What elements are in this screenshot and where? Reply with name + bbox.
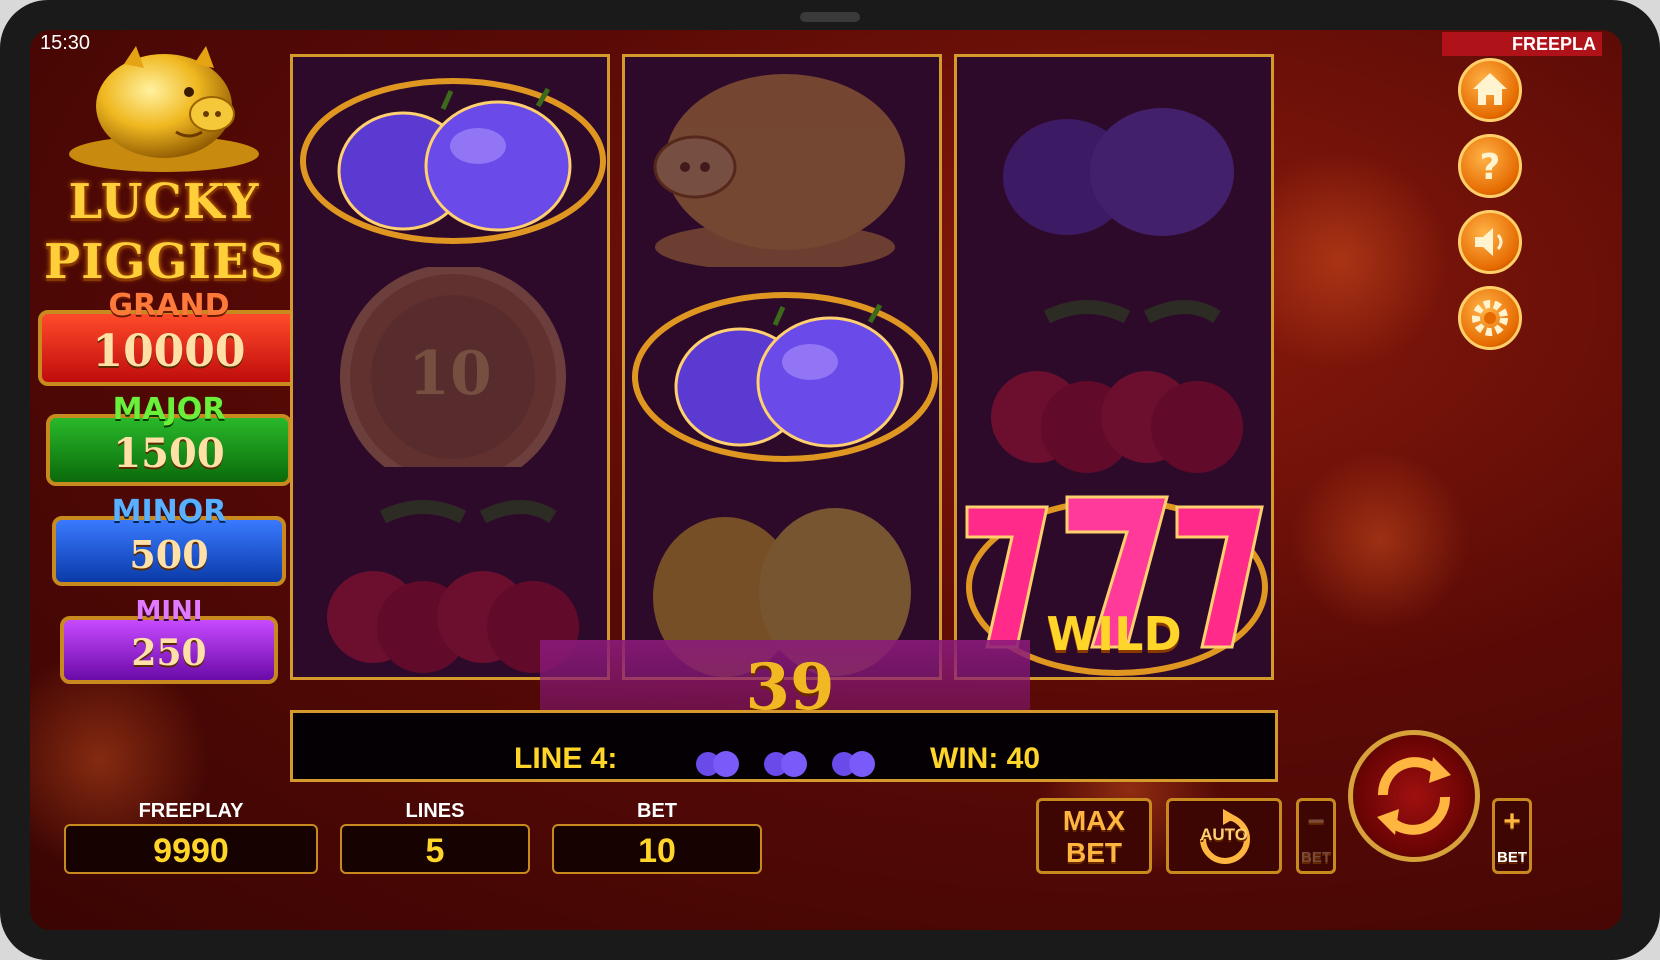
auto-spin-button[interactable]: AUTO: [1166, 798, 1282, 874]
symbol-cherries: [957, 277, 1271, 477]
bet-decrease-button[interactable]: − BET: [1296, 798, 1336, 874]
bet-increase-button[interactable]: + BET: [1492, 798, 1532, 874]
question-icon: ?: [1480, 147, 1501, 188]
max-bet-label-line1: MAX: [1062, 805, 1126, 836]
plums-icon: [632, 292, 938, 462]
plus-icon: +: [1503, 805, 1521, 838]
game-screen: 15:30 FREEPLA LUCKY PIGGIES GRAND 10000 …: [30, 30, 1622, 930]
spin-arrows-icon: [1377, 757, 1451, 835]
symbol-plums: [957, 67, 1271, 267]
win-total-label: WIN: 40: [930, 742, 1041, 775]
freeplay-label: FREEPLAY: [138, 800, 244, 822]
bet-decrease-label: BET: [1301, 849, 1331, 866]
jackpot-mini-title: MINI: [135, 596, 203, 626]
jackpot-major-title: MAJOR: [112, 392, 226, 427]
sound-button[interactable]: [1458, 210, 1522, 274]
symbol-plums: [625, 277, 939, 477]
jackpot-major: MAJOR 1500: [46, 392, 292, 486]
jackpot-mini-value: 250: [131, 632, 207, 674]
mode-tag: FREEPLA: [1442, 32, 1602, 56]
logo-title-line2: PIGGIES: [44, 234, 286, 290]
freeplay-balance: 9990: [64, 824, 318, 874]
auto-spin-label: AUTO: [1200, 825, 1248, 844]
max-bet-label-line2: BET: [1066, 837, 1122, 868]
plums-icon: [1003, 108, 1234, 236]
spin-button[interactable]: [1348, 730, 1480, 862]
reel-2: [622, 54, 942, 680]
jackpot-grand-value: 10000: [92, 326, 246, 377]
cherries-icon: [991, 300, 1243, 473]
coin-value: 10: [408, 339, 492, 409]
help-button[interactable]: ?: [1458, 134, 1522, 198]
bet-label: BET: [637, 800, 677, 822]
bokeh-light: [1290, 450, 1470, 630]
symbol-plums: [293, 61, 607, 261]
gear-icon: [1472, 300, 1508, 336]
tablet-notch: [800, 12, 860, 22]
jackpot-minor-title: MINOR: [111, 494, 227, 529]
piggy-bank-icon: [69, 46, 259, 172]
jackpot-minor-value: 500: [129, 532, 209, 577]
reel-3: WILD: [954, 54, 1274, 680]
jackpot-grand: GRAND 10000: [38, 288, 300, 386]
game-logo: LUCKY PIGGIES: [44, 44, 284, 304]
bet-increase-label: BET: [1497, 849, 1527, 866]
symbol-coin: 10: [293, 264, 607, 490]
bet-value: 10: [552, 824, 762, 874]
plum-mini-icon: [696, 751, 739, 777]
jackpot-grand-title: GRAND: [108, 288, 230, 323]
win-line-symbols: [696, 751, 875, 777]
jackpot-mini: MINI 250: [60, 596, 278, 684]
svg-text:?: ?: [1480, 147, 1501, 188]
win-line-label: LINE 4:: [514, 742, 618, 775]
jackpot-minor: MINOR 500: [52, 494, 286, 586]
plum-mini-icon: [832, 751, 875, 777]
piggy-bank-icon: [653, 74, 905, 271]
plums-icon: [300, 78, 606, 244]
lines-label: LINES: [405, 800, 465, 822]
logo-title-line1: LUCKY: [68, 174, 260, 230]
plum-mini-icon: [764, 751, 807, 777]
home-button[interactable]: [1458, 58, 1522, 122]
reel-1: 10: [290, 54, 610, 680]
settings-button[interactable]: [1458, 286, 1522, 350]
jackpot-major-value: 1500: [113, 430, 225, 477]
home-icon: [1473, 73, 1507, 105]
max-bet-button[interactable]: MAX BET: [1036, 798, 1152, 874]
lines-value[interactable]: 5: [340, 824, 530, 874]
tablet-frame: 15:30 FREEPLA LUCKY PIGGIES GRAND 10000 …: [0, 0, 1660, 960]
speaker-icon: [1475, 228, 1503, 256]
minus-icon: −: [1307, 805, 1325, 838]
symbol-piggy: [625, 57, 939, 271]
